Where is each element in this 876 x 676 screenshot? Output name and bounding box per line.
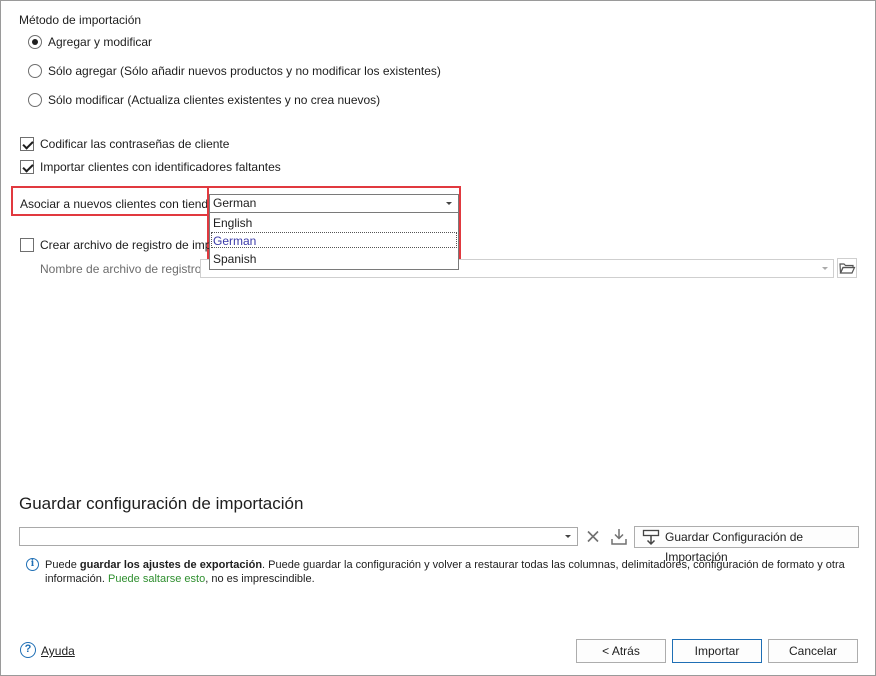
log-filename-chevron-down-icon	[822, 267, 828, 270]
radio-modify-only-label[interactable]: Sólo modificar (Actualiza clientes exist…	[48, 93, 380, 107]
import-settings-panel: Método de importación Agregar y modifica…	[0, 0, 876, 676]
import-missing-ids-label[interactable]: Importar clientes con identificadores fa…	[40, 160, 281, 174]
store-select[interactable]: German	[209, 194, 459, 213]
save-config-icon	[642, 529, 660, 546]
import-missing-ids-checkbox[interactable]	[20, 160, 34, 174]
radio-add-only-label[interactable]: Sólo agregar (Sólo añadir nuevos product…	[48, 64, 441, 78]
info-text-bold: guardar los ajustes de exportación	[79, 559, 263, 571]
cancel-button[interactable]: Cancelar	[768, 639, 858, 663]
radio-add-only[interactable]	[28, 64, 42, 78]
import-button-label: Importar	[694, 644, 740, 658]
create-log-checkbox[interactable]	[20, 238, 34, 252]
back-button-label: < Atrás	[602, 644, 640, 658]
store-option-german[interactable]: German	[213, 234, 256, 248]
help-link[interactable]: Ayuda	[41, 644, 75, 658]
radio-modify-only[interactable]	[28, 93, 42, 107]
store-chevron-down-icon	[446, 202, 452, 205]
save-config-title: Guardar configuración de importación	[19, 494, 304, 513]
info-text-post: , no es imprescindible.	[205, 573, 315, 585]
store-select-value: German	[213, 196, 257, 210]
back-button[interactable]: < Atrás	[576, 639, 666, 663]
folder-open-icon	[839, 263, 856, 274]
cancel-button-label: Cancelar	[788, 644, 838, 658]
import-button[interactable]: Importar	[672, 639, 762, 663]
help-link-label: Ayuda	[41, 644, 75, 658]
create-log-label[interactable]: Crear archivo de registro de import	[40, 238, 225, 252]
info-text-pre: Puede	[45, 559, 80, 571]
load-config-button[interactable]	[609, 527, 629, 547]
encode-passwords-checkbox[interactable]	[20, 137, 34, 151]
store-option-english[interactable]: English	[213, 216, 252, 230]
save-config-info: Puede guardar los ajustes de exportación…	[45, 558, 860, 586]
radio-add-modify[interactable]	[28, 35, 42, 49]
store-label: Asociar a nuevos clientes con tienda	[20, 197, 215, 211]
store-dropdown-list: English German Spanish	[209, 213, 459, 270]
info-icon: i	[26, 558, 39, 571]
save-config-chevron-down-icon	[565, 535, 571, 538]
save-config-input[interactable]	[19, 527, 578, 546]
help-icon[interactable]: ?	[20, 642, 36, 658]
log-filename-label: Nombre de archivo de registro	[40, 262, 202, 276]
store-option-spanish[interactable]: Spanish	[213, 252, 256, 266]
download-icon	[611, 529, 627, 545]
import-method-label: Método de importación	[19, 13, 142, 27]
save-config-button[interactable]: Guardar Configuración de Importación	[634, 526, 859, 564]
browse-log-button[interactable]	[837, 258, 857, 278]
clear-config-button[interactable]	[584, 527, 602, 546]
close-icon	[587, 530, 599, 543]
encode-passwords-label[interactable]: Codificar las contraseñas de cliente	[40, 137, 229, 151]
radio-add-modify-label[interactable]: Agregar y modificar	[48, 35, 152, 49]
info-text-green: Puede saltarse esto	[107, 573, 206, 585]
